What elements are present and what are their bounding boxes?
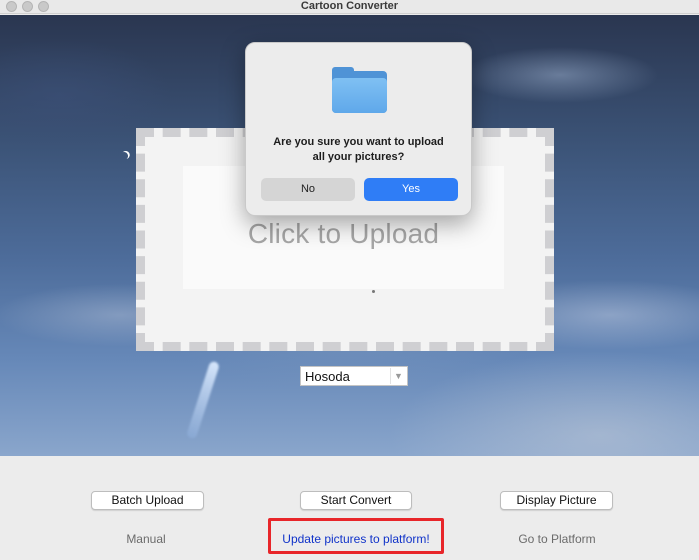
- no-button[interactable]: No: [261, 178, 355, 201]
- confirm-dialog: Are you sure you want to upload all your…: [245, 42, 472, 216]
- cursor-dot: [372, 290, 375, 293]
- manual-link[interactable]: Manual: [115, 532, 177, 546]
- upload-label[interactable]: Click to Upload: [183, 218, 504, 250]
- style-select-value: Hosoda: [305, 369, 350, 384]
- batch-upload-button[interactable]: Batch Upload: [91, 491, 204, 510]
- bottom-panel: Batch Upload Start Convert Display Pictu…: [0, 456, 699, 560]
- display-picture-button[interactable]: Display Picture: [500, 491, 613, 510]
- crescent-moon: [119, 151, 130, 162]
- update-pictures-link[interactable]: Update pictures to platform!: [271, 532, 441, 546]
- folder-icon: [332, 67, 387, 113]
- start-convert-button[interactable]: Start Convert: [300, 491, 412, 510]
- go-to-platform-link[interactable]: Go to Platform: [510, 532, 604, 546]
- dialog-message-line-1: Are you sure you want to upload: [273, 136, 444, 148]
- window-title: Cartoon Converter: [300, 0, 399, 12]
- yes-button[interactable]: Yes: [364, 178, 458, 201]
- update-highlight-box: Update pictures to platform!: [268, 518, 444, 554]
- chevron-down-icon[interactable]: ▼: [390, 368, 406, 384]
- dialog-message: Are you sure you want to upload all your…: [254, 135, 463, 165]
- title-bar: Cartoon Converter: [0, 0, 699, 14]
- dialog-message-line-2: all your pictures?: [312, 151, 405, 163]
- comet-streak: [185, 360, 221, 440]
- style-select[interactable]: Hosoda ▼: [300, 366, 408, 386]
